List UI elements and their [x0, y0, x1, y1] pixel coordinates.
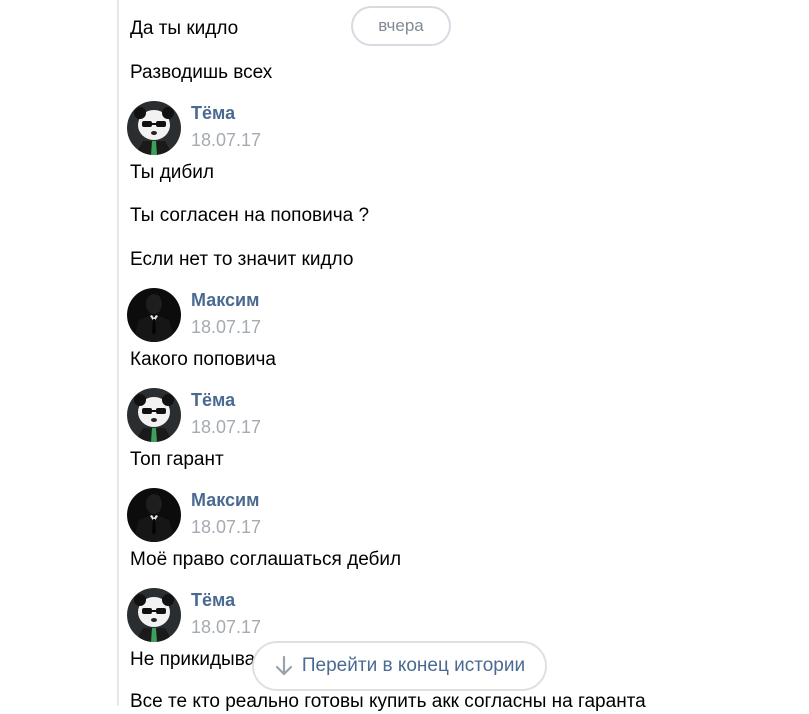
message-text: Ты согласен на поповича ? [130, 205, 370, 226]
message-date[interactable]: 18.07.17 [191, 515, 261, 539]
message-text: Разводишь всех [130, 62, 273, 83]
date-separator-pill[interactable]: вчера [351, 6, 451, 46]
jump-to-end-button[interactable]: Перейти в конец истории [252, 641, 547, 691]
message-text: Ты дибил [130, 162, 214, 183]
suit-avatar[interactable] [127, 288, 181, 342]
message-text: Все те кто реально готовы купить акк сог… [130, 691, 646, 712]
author-name[interactable]: Максим [191, 488, 259, 512]
author-name[interactable]: Тёма [191, 588, 235, 612]
author-name[interactable]: Тёма [191, 101, 235, 125]
panda-avatar[interactable] [127, 388, 181, 442]
message-date[interactable]: 18.07.17 [191, 128, 261, 152]
message-text: Если нет то значит кидло [130, 249, 354, 270]
message-date[interactable]: 18.07.17 [191, 315, 261, 339]
author-name[interactable]: Тёма [191, 388, 235, 412]
message-text: Моё право соглашаться дебил [130, 549, 402, 570]
message-date[interactable]: 18.07.17 [191, 415, 261, 439]
message-text: Какого поповича [130, 349, 276, 370]
message-date[interactable]: 18.07.17 [191, 615, 261, 639]
jump-to-end-label: Перейти в конец истории [301, 655, 526, 676]
suit-avatar[interactable] [127, 488, 181, 542]
message-history[interactable]: Да ты кидло Разводишь всех Тёма 18.07.17… [0, 0, 809, 712]
message-text: Да ты кидло [130, 18, 239, 39]
panda-avatar[interactable] [127, 588, 181, 642]
panda-avatar[interactable] [127, 101, 181, 155]
arrow-down-icon [274, 655, 294, 677]
message-text: Топ гарант [130, 449, 224, 470]
author-name[interactable]: Максим [191, 288, 259, 312]
